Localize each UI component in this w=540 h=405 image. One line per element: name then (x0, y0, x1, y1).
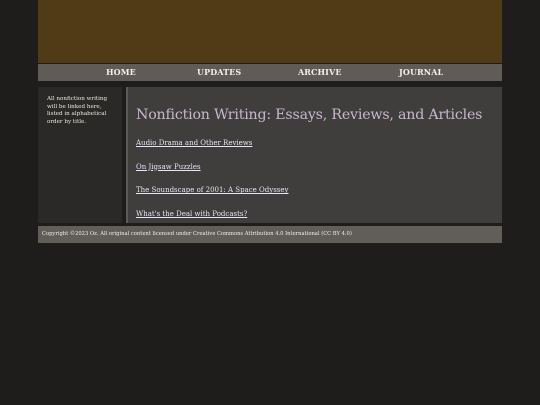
header-banner (38, 0, 502, 63)
article-link-podcasts[interactable]: What's the Deal with Podcasts? (136, 210, 247, 218)
article-link-audio-drama[interactable]: Audio Drama and Other Reviews (136, 139, 252, 147)
page-title: Nonfiction Writing: Essays, Reviews, and… (136, 107, 483, 123)
content-row: All nonfiction writing will be linked he… (38, 87, 502, 223)
list-item: What's the Deal with Podcasts? (136, 207, 502, 218)
nav-home-link[interactable]: HOME (106, 64, 136, 81)
main-content: Nonfiction Writing: Essays, Reviews, and… (126, 87, 502, 223)
footer: Copyright ©2023 Oz. All original content… (38, 226, 502, 243)
article-list: Audio Drama and Other Reviews On Jigsaw … (136, 136, 502, 218)
article-link-soundscape-2001[interactable]: The Soundscape of 2001: A Space Odyssey (136, 186, 289, 194)
list-item: Audio Drama and Other Reviews (136, 136, 502, 147)
list-item: On Jigsaw Puzzles (136, 160, 502, 171)
list-item: The Soundscape of 2001: A Space Odyssey (136, 183, 502, 194)
nav-journal-link[interactable]: JOURNAL (399, 64, 443, 81)
sidebar-description: All nonfiction writing will be linked he… (47, 96, 108, 125)
main-nav: HOME UPDATES ARCHIVE JOURNAL (38, 64, 502, 81)
page-container: HOME UPDATES ARCHIVE JOURNAL All nonfict… (38, 0, 502, 243)
sidebar: All nonfiction writing will be linked he… (38, 87, 122, 223)
article-link-jigsaw-puzzles[interactable]: On Jigsaw Puzzles (136, 163, 201, 171)
nav-archive-link[interactable]: ARCHIVE (298, 64, 342, 81)
nav-updates-link[interactable]: UPDATES (197, 64, 241, 81)
copyright-text: Copyright ©2023 Oz. All original content… (42, 231, 352, 237)
